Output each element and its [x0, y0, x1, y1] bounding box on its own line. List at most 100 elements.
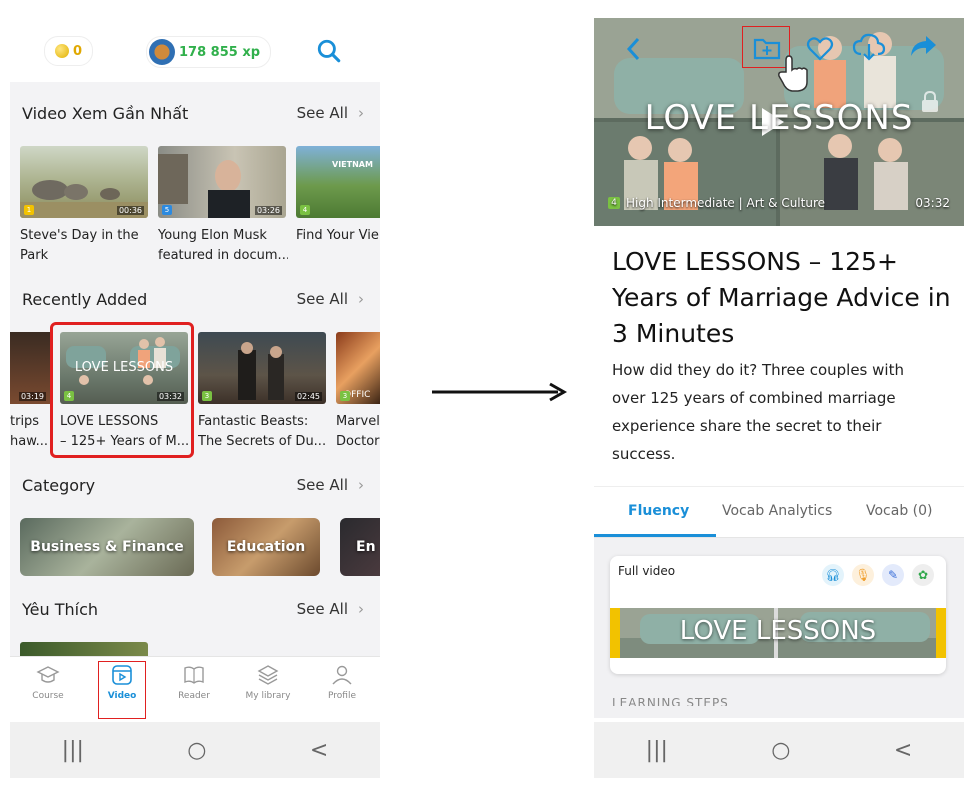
category-label: En: [356, 539, 376, 555]
hero-overlay-title: LOVE LESSONS: [644, 98, 914, 138]
system-nav-bar: ||| ○ <: [594, 722, 964, 778]
video-title[interactable]: Fantastic Beasts: The Secrets of Du...: [198, 412, 328, 452]
microphone-icon[interactable]: 🎙︎: [852, 564, 874, 586]
active-tab-indicator: [594, 534, 716, 537]
video-thumbnail[interactable]: [20, 642, 148, 656]
heart-icon[interactable]: [806, 36, 834, 62]
video-title[interactable]: trips haw...: [10, 412, 50, 452]
recent-apps-button[interactable]: |||: [646, 738, 668, 763]
chevron-right-icon: ›: [358, 290, 364, 308]
clip-start-handle[interactable]: [610, 608, 620, 658]
sprout-icon[interactable]: ✿: [912, 564, 934, 586]
video-title[interactable]: Young Elon Musk featured in docum...: [158, 226, 288, 266]
video-title-line: The Secrets of Du...: [198, 434, 327, 449]
see-all-label: See All: [296, 104, 348, 122]
see-all-label: See All: [296, 476, 348, 494]
home-button[interactable]: ○: [187, 738, 206, 763]
share-icon[interactable]: [908, 34, 938, 60]
category-card-business[interactable]: Business & Finance: [20, 518, 194, 576]
xp-avatar-icon: [149, 39, 175, 65]
graduation-cap-icon: [36, 666, 60, 683]
home-button[interactable]: ○: [771, 738, 790, 763]
section-title-favorites: Yêu Thích: [22, 600, 99, 619]
video-clip-strip[interactable]: LOVE LESSONS: [610, 608, 946, 658]
tab-vocab[interactable]: Vocab (0): [866, 503, 933, 519]
headphones-icon[interactable]: 🎧︎: [822, 564, 844, 586]
book-icon: [184, 666, 204, 684]
nav-label: Profile: [328, 691, 356, 701]
video-title-line: Marvel: [336, 414, 380, 429]
category-label: Business & Finance: [30, 539, 184, 555]
duration-label: 03:32: [915, 196, 950, 210]
video-thumbnail[interactable]: 03:19: [10, 332, 50, 404]
see-all-recent[interactable]: See All ›: [297, 104, 364, 122]
video-description: How did they do it? Three couples with o…: [612, 361, 904, 463]
see-all-label: See All: [296, 290, 348, 308]
section-title-category: Category: [22, 476, 96, 495]
see-all-category[interactable]: See All ›: [297, 476, 364, 494]
video-player[interactable]: LOVE LESSONS 4 High Intermediate | Art &…: [594, 18, 964, 226]
video-title-line: Fantastic Beasts:: [198, 414, 309, 429]
thumbnail-overlay-text: VIETNAM: [332, 160, 373, 169]
edit-icon[interactable]: ✎: [882, 564, 904, 586]
level-badge: 3: [340, 391, 350, 401]
level-category-label: High Intermediate | Art & Culture: [626, 196, 826, 210]
level-badge: 5: [162, 205, 172, 215]
video-title-line: Young Elon Musk: [158, 228, 267, 243]
tab-vocab-analytics[interactable]: Vocab Analytics: [722, 503, 832, 519]
chevron-right-icon: ›: [358, 104, 364, 122]
highlight-selected-video: [50, 322, 194, 458]
video-title[interactable]: Find Your Vie: [296, 226, 380, 246]
tab-fluency[interactable]: Fluency: [628, 503, 689, 519]
see-all-label: See All: [296, 600, 348, 618]
chevron-right-icon: ›: [358, 476, 364, 494]
back-arrow-icon[interactable]: [624, 36, 644, 62]
category-label: Education: [226, 539, 306, 555]
level-badge: 4: [608, 197, 620, 209]
back-button[interactable]: <: [894, 738, 912, 763]
nav-profile[interactable]: Profile: [312, 663, 372, 701]
transition-arrow-icon: [432, 382, 568, 402]
nav-label: Reader: [178, 691, 210, 701]
video-thumbnail[interactable]: VIETNAM 4: [296, 146, 380, 218]
duration-label: 03:19: [18, 392, 46, 401]
video-detail-screen: LOVE LESSONS 4 High Intermediate | Art &…: [594, 18, 964, 778]
level-badge: 3: [202, 391, 212, 401]
video-thumbnail[interactable]: 3 02:45: [198, 332, 326, 404]
full-video-card[interactable]: Full video 🎧︎ 🎙︎ ✎ ✿ LOVE LESSONS: [610, 556, 946, 674]
see-all-favorites[interactable]: See All ›: [297, 600, 364, 618]
search-icon[interactable]: [316, 38, 342, 64]
detail-tabs: Fluency Vocab Analytics Vocab (0): [594, 486, 964, 538]
video-thumbnail[interactable]: OFFIC 3: [336, 332, 380, 404]
nav-label: Course: [32, 691, 64, 701]
video-thumbnail[interactable]: 1 00:36: [20, 146, 148, 218]
bottom-nav: Course Video Reader My library Profile: [10, 656, 380, 723]
fluency-panel: Full video 🎧︎ 🎙︎ ✎ ✿ LOVE LESSONS LEARNI…: [594, 538, 964, 718]
category-card-education[interactable]: Education: [212, 518, 320, 576]
coin-balance[interactable]: 0: [44, 36, 94, 66]
video-title: LOVE LESSONS – 125+ Years of Marriage Ad…: [612, 247, 951, 348]
section-title-added: Recently Added: [22, 290, 148, 309]
lock-icon: [922, 90, 938, 112]
video-title[interactable]: Steve's Day in the Park: [20, 226, 150, 266]
see-all-added[interactable]: See All ›: [297, 290, 364, 308]
category-card-entertainment[interactable]: En: [340, 518, 380, 576]
practice-icons: 🎧︎ 🎙︎ ✎ ✿: [822, 564, 934, 586]
video-title-line: Steve's Day in the: [20, 228, 139, 243]
video-meta: 4 High Intermediate | Art & Culture: [608, 196, 825, 210]
video-title[interactable]: Marvel Doctor: [336, 412, 380, 452]
recent-apps-button[interactable]: |||: [62, 738, 84, 763]
video-home-screen: 0 178 855 xp Video Xem Gần Nhất See All ›…: [10, 18, 380, 778]
cloud-download-icon[interactable]: [852, 32, 886, 62]
top-bar: 0 178 855 xp: [10, 18, 380, 82]
xp-badge[interactable]: 178 855 xp: [146, 36, 272, 68]
video-thumbnail[interactable]: 5 03:26: [158, 146, 286, 218]
nav-course[interactable]: Course: [18, 663, 78, 701]
video-title-line: trips: [10, 414, 40, 429]
clip-end-handle[interactable]: [936, 608, 946, 658]
section-title-recent: Video Xem Gần Nhất: [22, 104, 189, 123]
nav-my-library[interactable]: My library: [238, 663, 298, 701]
nav-reader[interactable]: Reader: [164, 663, 224, 701]
video-title-line: haw...: [10, 434, 49, 449]
back-button[interactable]: <: [310, 738, 328, 763]
